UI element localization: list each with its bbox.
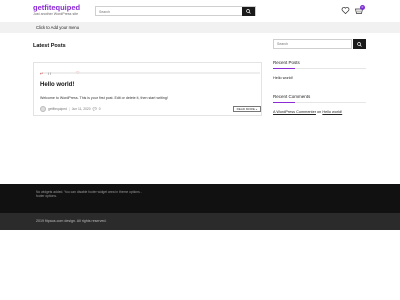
copyright-text: 2019 fitpaus.com design. All rights rese… — [36, 219, 107, 223]
footer-bottom-bar: 2019 fitpaus.com design. All rights rese… — [0, 213, 400, 230]
cart-count-badge: 0 — [360, 5, 365, 10]
header-search-button[interactable] — [242, 7, 255, 16]
post-title[interactable]: Hello world! — [40, 82, 74, 88]
site-logo[interactable]: getfitequiped Just another WordPress sit… — [33, 4, 80, 17]
comment-icon: 💬 — [92, 107, 97, 111]
read-more-button[interactable]: READ MORE » — [233, 106, 261, 112]
recent-comments-divider — [273, 102, 366, 103]
header-search — [95, 6, 256, 16]
add-menu-link[interactable]: Click to Add your menu — [36, 25, 79, 30]
latest-posts-heading: Latest Posts — [33, 43, 66, 49]
recent-posts-heading: Recent Posts — [273, 60, 300, 65]
post-meta: getfitequiped | Jun 11, 2020 💬 0 — [40, 106, 101, 112]
header-search-input[interactable] — [96, 7, 244, 16]
footer-widget-note: No widgets added. You can disable footer… — [36, 190, 142, 199]
post-thumbnail-placeholder: ↵ | | ♡ — [40, 71, 260, 75]
svg-text:♡: ♡ — [76, 71, 80, 75]
author-avatar — [40, 106, 46, 112]
recent-comments-heading: Recent Comments — [273, 94, 311, 99]
meta-separator: | — [68, 107, 70, 111]
comment-author-link[interactable]: A WordPress Commenter — [273, 110, 316, 114]
search-icon — [357, 41, 362, 47]
heart-icon[interactable] — [341, 6, 350, 15]
recent-posts-divider — [273, 68, 366, 69]
svg-text:↵: ↵ — [40, 71, 43, 75]
comment-post-link[interactable]: Hello world! — [322, 110, 342, 114]
post-excerpt: Welcome to WordPress. This is your first… — [40, 96, 168, 100]
recent-post-link[interactable]: Hello world! — [273, 76, 293, 80]
comment-on-text: on — [317, 110, 322, 114]
search-icon — [246, 9, 251, 14]
primary-menu-bar: Click to Add your menu — [0, 22, 400, 33]
svg-text:| |: | | — [48, 71, 51, 75]
post-card: ↵ | | ♡ Hello world! Welcome to WordPres… — [33, 62, 262, 116]
site-header: getfitequiped Just another WordPress sit… — [0, 0, 400, 22]
sidebar-search-button[interactable] — [353, 39, 366, 49]
post-date[interactable]: Jun 11, 2020 — [72, 107, 91, 111]
sidebar-search — [273, 39, 366, 49]
sidebar-search-input[interactable] — [273, 39, 352, 49]
post-author[interactable]: getfitequiped — [48, 107, 67, 111]
post-comment-count[interactable]: 0 — [99, 107, 101, 111]
site-title[interactable]: getfitequiped — [33, 4, 80, 12]
recent-comment-item: A WordPress Commenter on Hello world! — [273, 110, 342, 114]
site-tagline: Just another WordPress site — [33, 12, 79, 16]
footer-widget-area: No widgets added. You can disable footer… — [0, 184, 400, 213]
